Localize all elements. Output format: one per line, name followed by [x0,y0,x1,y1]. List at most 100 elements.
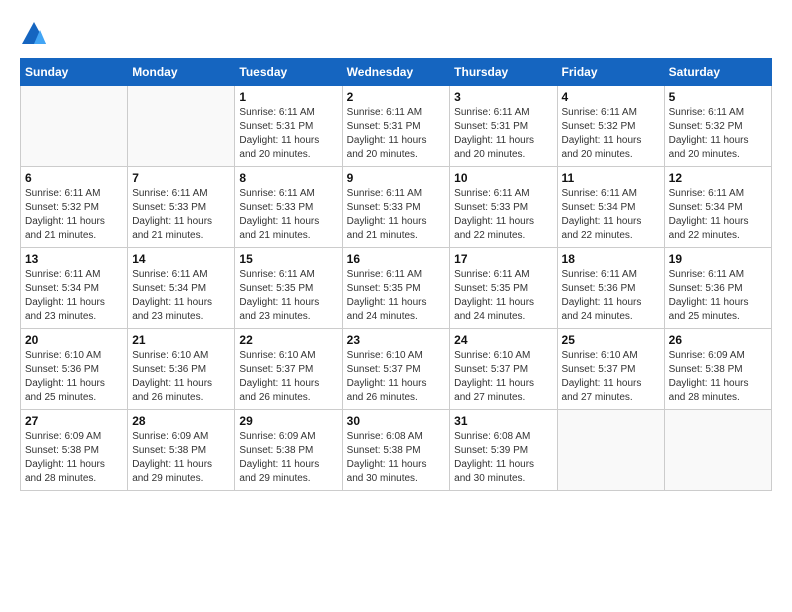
day-number: 19 [669,252,767,266]
calendar-cell: 19 Sunrise: 6:11 AM Sunset: 5:36 PM Dayli… [664,248,771,329]
calendar-cell: 26 Sunrise: 6:09 AM Sunset: 5:38 PM Dayli… [664,329,771,410]
day-number: 22 [239,333,337,347]
calendar-cell [128,86,235,167]
calendar-cell: 31 Sunrise: 6:08 AM Sunset: 5:39 PM Dayli… [450,410,557,491]
day-info: Sunrise: 6:10 AM Sunset: 5:37 PM Dayligh… [562,349,660,405]
day-number: 31 [454,414,552,428]
day-info: Sunrise: 6:10 AM Sunset: 5:37 PM Dayligh… [454,349,552,405]
day-info: Sunrise: 6:11 AM Sunset: 5:33 PM Dayligh… [347,187,446,243]
calendar-cell: 12 Sunrise: 6:11 AM Sunset: 5:34 PM Dayli… [664,167,771,248]
calendar-col-tuesday: Tuesday [235,59,342,86]
day-number: 25 [562,333,660,347]
day-number: 17 [454,252,552,266]
day-number: 9 [347,171,446,185]
day-info: Sunrise: 6:11 AM Sunset: 5:36 PM Dayligh… [562,268,660,324]
day-number: 1 [239,90,337,104]
day-number: 12 [669,171,767,185]
day-number: 14 [132,252,230,266]
calendar-col-monday: Monday [128,59,235,86]
day-info: Sunrise: 6:09 AM Sunset: 5:38 PM Dayligh… [25,430,123,486]
day-number: 3 [454,90,552,104]
calendar-cell: 4 Sunrise: 6:11 AM Sunset: 5:32 PM Daylig… [557,86,664,167]
day-number: 7 [132,171,230,185]
day-info: Sunrise: 6:11 AM Sunset: 5:34 PM Dayligh… [669,187,767,243]
calendar-cell: 27 Sunrise: 6:09 AM Sunset: 5:38 PM Dayli… [21,410,128,491]
day-info: Sunrise: 6:11 AM Sunset: 5:31 PM Dayligh… [239,106,337,162]
day-number: 6 [25,171,123,185]
calendar-cell: 29 Sunrise: 6:09 AM Sunset: 5:38 PM Dayli… [235,410,342,491]
calendar-table: SundayMondayTuesdayWednesdayThursdayFrid… [20,58,772,491]
calendar-cell: 6Sunrise: 6:11 AM Sunset: 5:32 PM Daylig… [21,167,128,248]
calendar-cell: 2 Sunrise: 6:11 AM Sunset: 5:31 PM Daylig… [342,86,450,167]
calendar-cell: 23Sunrise: 6:10 AM Sunset: 5:37 PM Dayli… [342,329,450,410]
day-number: 18 [562,252,660,266]
calendar-col-sunday: Sunday [21,59,128,86]
day-number: 10 [454,171,552,185]
day-number: 15 [239,252,337,266]
calendar-cell: 11 Sunrise: 6:11 AM Sunset: 5:34 PM Dayli… [557,167,664,248]
day-info: Sunrise: 6:11 AM Sunset: 5:33 PM Dayligh… [454,187,552,243]
calendar-cell: 16 Sunrise: 6:11 AM Sunset: 5:35 PM Dayli… [342,248,450,329]
calendar-col-friday: Friday [557,59,664,86]
calendar-week-3: 13 Sunrise: 6:11 AM Sunset: 5:34 PM Dayli… [21,248,772,329]
day-number: 11 [562,171,660,185]
day-info: Sunrise: 6:11 AM Sunset: 5:32 PM Dayligh… [669,106,767,162]
day-info: Sunrise: 6:11 AM Sunset: 5:34 PM Dayligh… [25,268,123,324]
calendar-cell: 13 Sunrise: 6:11 AM Sunset: 5:34 PM Dayli… [21,248,128,329]
calendar-cell: 15Sunrise: 6:11 AM Sunset: 5:35 PM Dayli… [235,248,342,329]
logo-icon [20,20,48,48]
day-number: 16 [347,252,446,266]
day-number: 23 [347,333,446,347]
calendar-cell [21,86,128,167]
day-info: Sunrise: 6:08 AM Sunset: 5:38 PM Dayligh… [347,430,446,486]
calendar-cell: 17 Sunrise: 6:11 AM Sunset: 5:35 PM Dayli… [450,248,557,329]
calendar-cell: 25 Sunrise: 6:10 AM Sunset: 5:37 PM Dayli… [557,329,664,410]
calendar-week-5: 27 Sunrise: 6:09 AM Sunset: 5:38 PM Dayli… [21,410,772,491]
calendar-cell: 14Sunrise: 6:11 AM Sunset: 5:34 PM Dayli… [128,248,235,329]
calendar-cell: 10 Sunrise: 6:11 AM Sunset: 5:33 PM Dayli… [450,167,557,248]
calendar-cell: 8 Sunrise: 6:11 AM Sunset: 5:33 PM Daylig… [235,167,342,248]
day-info: Sunrise: 6:11 AM Sunset: 5:33 PM Dayligh… [132,187,230,243]
day-info: Sunrise: 6:08 AM Sunset: 5:39 PM Dayligh… [454,430,552,486]
day-info: Sunrise: 6:11 AM Sunset: 5:35 PM Dayligh… [454,268,552,324]
day-number: 8 [239,171,337,185]
calendar-col-wednesday: Wednesday [342,59,450,86]
day-number: 30 [347,414,446,428]
calendar-cell: 21 Sunrise: 6:10 AM Sunset: 5:36 PM Dayli… [128,329,235,410]
calendar-cell: 3Sunrise: 6:11 AM Sunset: 5:31 PM Daylig… [450,86,557,167]
day-number: 13 [25,252,123,266]
day-info: Sunrise: 6:09 AM Sunset: 5:38 PM Dayligh… [669,349,767,405]
page-header [20,20,772,48]
calendar-cell: 22Sunrise: 6:10 AM Sunset: 5:37 PM Dayli… [235,329,342,410]
day-number: 2 [347,90,446,104]
calendar-header-row: SundayMondayTuesdayWednesdayThursdayFrid… [21,59,772,86]
calendar-week-1: 1 Sunrise: 6:11 AM Sunset: 5:31 PM Daylig… [21,86,772,167]
day-number: 29 [239,414,337,428]
calendar-cell: 7 Sunrise: 6:11 AM Sunset: 5:33 PM Daylig… [128,167,235,248]
logo [20,20,50,48]
day-number: 28 [132,414,230,428]
day-info: Sunrise: 6:11 AM Sunset: 5:33 PM Dayligh… [239,187,337,243]
day-info: Sunrise: 6:09 AM Sunset: 5:38 PM Dayligh… [132,430,230,486]
day-info: Sunrise: 6:11 AM Sunset: 5:36 PM Dayligh… [669,268,767,324]
day-info: Sunrise: 6:11 AM Sunset: 5:31 PM Dayligh… [347,106,446,162]
day-info: Sunrise: 6:09 AM Sunset: 5:38 PM Dayligh… [239,430,337,486]
day-info: Sunrise: 6:11 AM Sunset: 5:35 PM Dayligh… [347,268,446,324]
day-info: Sunrise: 6:10 AM Sunset: 5:36 PM Dayligh… [25,349,123,405]
calendar-cell: 5 Sunrise: 6:11 AM Sunset: 5:32 PM Daylig… [664,86,771,167]
day-number: 5 [669,90,767,104]
day-number: 27 [25,414,123,428]
day-info: Sunrise: 6:11 AM Sunset: 5:34 PM Dayligh… [562,187,660,243]
day-info: Sunrise: 6:11 AM Sunset: 5:32 PM Dayligh… [562,106,660,162]
day-info: Sunrise: 6:10 AM Sunset: 5:36 PM Dayligh… [132,349,230,405]
day-number: 20 [25,333,123,347]
day-number: 4 [562,90,660,104]
day-number: 26 [669,333,767,347]
calendar-col-saturday: Saturday [664,59,771,86]
calendar-cell: 18 Sunrise: 6:11 AM Sunset: 5:36 PM Dayli… [557,248,664,329]
calendar-cell: 24Sunrise: 6:10 AM Sunset: 5:37 PM Dayli… [450,329,557,410]
day-number: 21 [132,333,230,347]
calendar-week-4: 20 Sunrise: 6:10 AM Sunset: 5:36 PM Dayli… [21,329,772,410]
calendar-cell: 30 Sunrise: 6:08 AM Sunset: 5:38 PM Dayli… [342,410,450,491]
calendar-cell: 28 Sunrise: 6:09 AM Sunset: 5:38 PM Dayli… [128,410,235,491]
